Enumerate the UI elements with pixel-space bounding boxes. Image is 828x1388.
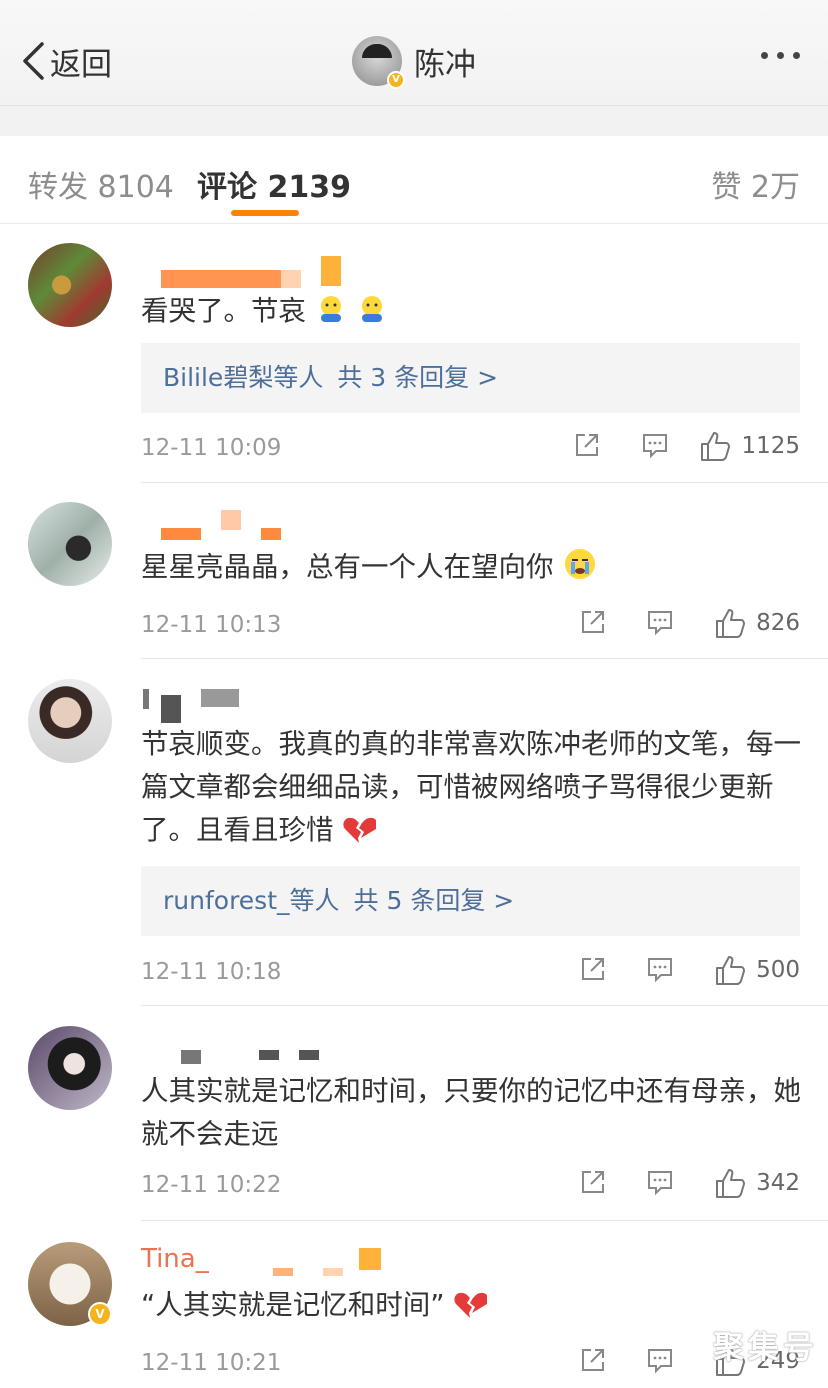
comment-text: 人其实就是记忆和时间，只要你的记忆中还有母亲，她就不会走远 (141, 1075, 801, 1150)
like-button[interactable]: 826 (714, 606, 800, 640)
avatar[interactable]: V (352, 36, 405, 89)
comment-icon[interactable] (646, 1168, 674, 1200)
replies-count-link[interactable]: 共 5 条回复 > (354, 886, 515, 915)
avatar[interactable] (28, 243, 112, 327)
tab-comment[interactable]: 评论 2139 (197, 162, 351, 206)
thumbs-up-icon (701, 432, 731, 461)
tab-bar: 转发 8104 评论 2139 赞 2万 (0, 136, 828, 224)
like-count: 500 (756, 957, 800, 983)
comment-icon[interactable] (646, 1346, 674, 1378)
comment-meta: 12-11 10:09 1125 (141, 429, 800, 469)
section-gap (0, 106, 828, 136)
crying-emoji-icon (562, 546, 598, 595)
navigation-bar: 返回 V 陈冲 (0, 0, 828, 106)
hug-emoji-icon (315, 294, 347, 339)
share-icon[interactable] (573, 431, 601, 463)
like-count: 1125 (741, 433, 800, 459)
divider (141, 1005, 828, 1006)
avatar[interactable] (28, 1026, 112, 1110)
back-button[interactable]: 返回 (20, 38, 112, 84)
comment-icon[interactable] (646, 608, 674, 640)
comment-meta: 12-11 10:18 500 (141, 953, 800, 993)
share-icon[interactable] (579, 1346, 607, 1378)
comment-time: 12-11 10:22 (141, 1172, 282, 1198)
like-button[interactable]: 342 (714, 1166, 800, 1200)
comment-time: 12-11 10:13 (141, 612, 282, 638)
tab-like[interactable]: 赞 2万 (711, 162, 800, 206)
avatar[interactable] (28, 502, 112, 586)
comment-time: 12-11 10:21 (141, 1350, 282, 1376)
divider (141, 1220, 828, 1221)
comment-text: 看哭了。节哀 (141, 290, 801, 339)
hug-emoji-icon (356, 294, 388, 339)
broken-heart-emoji-icon (453, 1290, 489, 1333)
comment-meta: 12-11 10:21 249 (141, 1344, 800, 1384)
comment-icon[interactable] (646, 955, 674, 987)
thumbs-up-icon (716, 1169, 746, 1198)
comment-time: 12-11 10:18 (141, 959, 282, 985)
avatar[interactable] (28, 679, 112, 763)
comment-author-name[interactable]: Tina_ (141, 1244, 381, 1276)
verified-badge-icon: V (387, 71, 405, 89)
replies-authors: Bilile碧梨等人 (163, 363, 324, 392)
comment-text: 星星亮晶晶，总有一个人在望向你 (141, 546, 801, 595)
active-tab-indicator (231, 210, 299, 216)
verified-badge-icon: V (88, 1302, 112, 1326)
replies-count-link[interactable]: 共 3 条回复 > (337, 363, 498, 392)
more-options-icon[interactable] (761, 52, 800, 59)
like-count: 826 (756, 610, 800, 636)
broken-heart-emoji-icon (342, 815, 378, 858)
share-icon[interactable] (579, 955, 607, 987)
like-button[interactable]: 1125 (699, 429, 800, 463)
replies-authors: runforest_等人 (163, 886, 340, 915)
umbrella-icon (362, 44, 392, 58)
share-icon[interactable] (579, 608, 607, 640)
thumbs-up-icon (716, 609, 746, 638)
comment-time: 12-11 10:09 (141, 435, 282, 461)
divider (141, 482, 828, 483)
divider (141, 658, 828, 659)
tab-repost[interactable]: 转发 8104 (28, 162, 174, 206)
watermark: 聚集号 (713, 1330, 818, 1366)
share-icon[interactable] (579, 1168, 607, 1200)
thumbs-up-icon (716, 956, 746, 985)
comment-meta: 12-11 10:22 342 (141, 1166, 800, 1206)
author-header[interactable]: V 陈冲 (352, 36, 476, 89)
back-label: 返回 (50, 46, 112, 83)
replies-summary[interactable]: Bilile碧梨等人共 3 条回复 > (141, 343, 800, 413)
comment-text: 节哀顺变。我真的真的非常喜欢陈冲老师的文笔，每一篇文章都会细细品读，可惜被网络喷… (141, 723, 801, 858)
chevron-left-icon (23, 42, 44, 80)
comment-icon[interactable] (641, 431, 669, 463)
like-count: 342 (756, 1170, 800, 1196)
like-button[interactable]: 500 (714, 953, 800, 987)
comment-text: “人其实就是记忆和时间” (141, 1284, 801, 1333)
page-title: 陈冲 (414, 46, 476, 83)
replies-summary[interactable]: runforest_等人共 5 条回复 > (141, 866, 800, 936)
comment-meta: 12-11 10:13 826 (141, 606, 800, 646)
